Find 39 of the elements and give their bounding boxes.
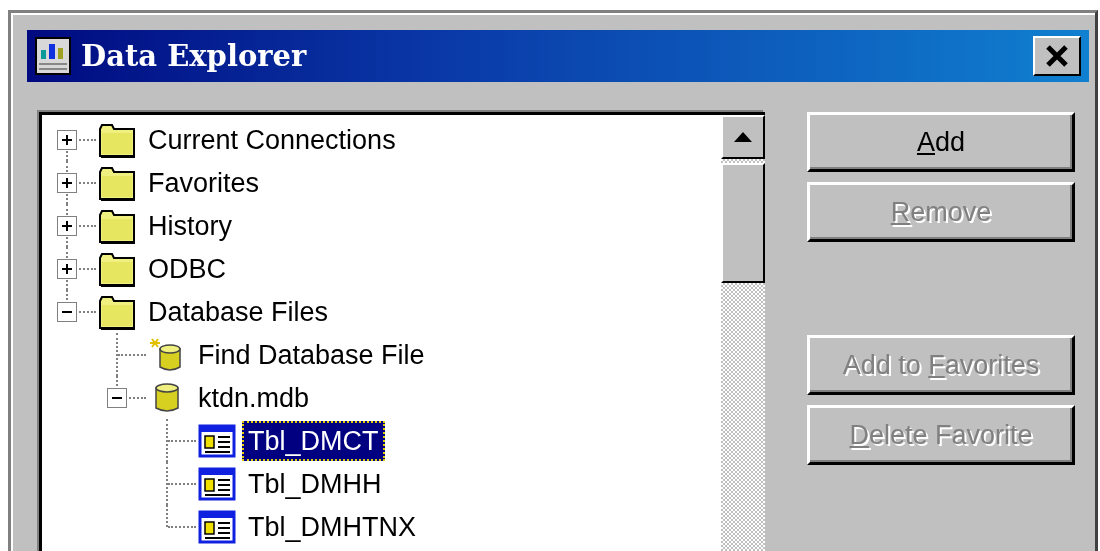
- expand-toggle[interactable]: [57, 216, 77, 236]
- tree-item[interactable]: Favorites: [142, 162, 266, 203]
- table-icon: [198, 422, 236, 459]
- chart-icon: [35, 37, 71, 75]
- expand-toggle[interactable]: [107, 388, 127, 408]
- expand-toggle[interactable]: [57, 302, 77, 322]
- plus-icon: [62, 264, 72, 274]
- table-icon: [198, 465, 236, 502]
- window-title: Data Explorer: [81, 39, 307, 73]
- folder-icon: [98, 121, 136, 158]
- tree-item[interactable]: History: [142, 205, 238, 246]
- close-button[interactable]: [1033, 36, 1081, 76]
- scroll-up-button[interactable]: [721, 115, 765, 159]
- up-arrow-icon: [733, 131, 753, 143]
- scrollbar[interactable]: [721, 115, 765, 551]
- close-icon: [1045, 45, 1069, 67]
- folder-icon: [98, 293, 136, 330]
- tree-item[interactable]: Database Files: [142, 291, 335, 332]
- plus-icon: [62, 178, 72, 188]
- tree-item[interactable]: Find Database File: [192, 334, 431, 375]
- expand-toggle[interactable]: [57, 173, 77, 193]
- plus-icon: [62, 135, 72, 145]
- tree-item[interactable]: Tbl_DMCT: [242, 420, 385, 461]
- tree-item[interactable]: Tbl_DMHTNX: [242, 506, 422, 547]
- table-icon: [198, 508, 236, 545]
- tree-item[interactable]: ktdn.mdb: [192, 377, 316, 418]
- minus-icon: [62, 311, 72, 313]
- folder-icon: [98, 207, 136, 244]
- folder-icon: [98, 250, 136, 287]
- tree-item[interactable]: Current Connections: [142, 119, 402, 160]
- plus-icon: [62, 221, 72, 231]
- scroll-thumb[interactable]: [721, 163, 765, 283]
- expand-toggle[interactable]: [57, 130, 77, 150]
- tree-item[interactable]: Tbl_DMHH: [242, 463, 388, 504]
- tree-item[interactable]: ODBC: [142, 248, 232, 289]
- dialog-button[interactable]: Add: [807, 112, 1075, 172]
- folder-icon: [98, 164, 136, 201]
- minus-icon: [112, 397, 122, 399]
- expand-toggle[interactable]: [57, 259, 77, 279]
